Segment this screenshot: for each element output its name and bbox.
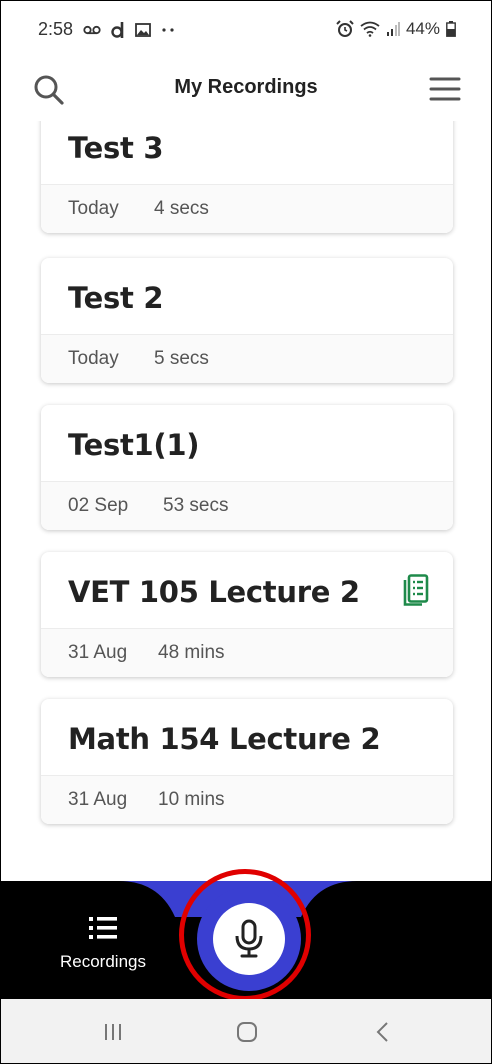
nav-recordings-label: Recordings — [60, 952, 146, 971]
recording-duration: 10 mins — [158, 789, 225, 810]
gallery-icon — [135, 22, 151, 37]
recording-meta: 31 Aug 48 mins — [41, 628, 453, 677]
battery-percent: 44% — [405, 19, 440, 38]
recording-date: 31 Aug — [68, 642, 128, 663]
system-nav-bar — [1, 999, 491, 1063]
alarm-icon — [336, 20, 354, 37]
recording-title: Test 3 — [68, 131, 164, 165]
nav-recordings[interactable]: Recordings — [51, 915, 155, 972]
voicemail-icon — [83, 25, 101, 34]
back-icon[interactable] — [368, 1017, 398, 1047]
recording-duration: 5 secs — [154, 348, 209, 369]
highlight-ring — [179, 869, 311, 1001]
recording-duration: 53 secs — [163, 495, 229, 516]
recording-card[interactable]: Test 3 Today 4 secs — [41, 121, 453, 233]
recording-meta: 02 Sep 53 secs — [41, 481, 453, 530]
recording-title: VET 105 Lecture 2 — [68, 575, 360, 609]
recording-duration: 4 secs — [154, 198, 209, 219]
recording-title: Test1(1) — [68, 428, 200, 462]
recordings-list[interactable]: Test 3 Today 4 secs Test 2 Today 5 secs … — [1, 121, 491, 881]
list-icon — [89, 917, 117, 939]
more-dots-icon — [162, 27, 174, 32]
recording-date: Today — [68, 348, 119, 369]
recording-card[interactable]: Test1(1) 02 Sep 53 secs — [41, 405, 453, 530]
recording-date: 31 Aug — [68, 789, 128, 810]
recording-title: Math 154 Lecture 2 — [68, 722, 381, 756]
signal-icon — [386, 22, 400, 36]
recording-title: Test 2 — [68, 281, 164, 315]
recording-meta: Today 4 secs — [41, 184, 453, 233]
recording-duration: 48 mins — [158, 642, 225, 663]
transcript-icon — [403, 574, 429, 606]
page-title: My Recordings — [174, 76, 318, 98]
recording-card[interactable]: VET 105 Lecture 2 31 Aug 48 mins — [41, 552, 453, 677]
status-bar: 2:58 44% — [1, 1, 491, 59]
recording-meta: Today 5 secs — [41, 334, 453, 383]
hamburger-menu-icon[interactable] — [429, 74, 461, 104]
recording-card[interactable]: Math 154 Lecture 2 31 Aug 10 mins — [41, 699, 453, 824]
recording-card[interactable]: Test 2 Today 5 secs — [41, 258, 453, 383]
recording-meta: 31 Aug 10 mins — [41, 775, 453, 824]
app-screen: 2:58 44% My Recordings Test 3 Today 4 se… — [0, 0, 492, 1064]
wifi-icon — [360, 21, 380, 37]
recent-apps-icon[interactable] — [98, 1017, 128, 1047]
app-header: My Recordings — [1, 59, 491, 121]
status-time: 2:58 — [38, 19, 74, 39]
recording-date: 02 Sep — [68, 495, 129, 516]
home-icon[interactable] — [232, 1017, 262, 1047]
recording-date: Today — [68, 198, 119, 219]
d-app-icon — [111, 21, 124, 38]
battery-icon — [446, 21, 456, 37]
